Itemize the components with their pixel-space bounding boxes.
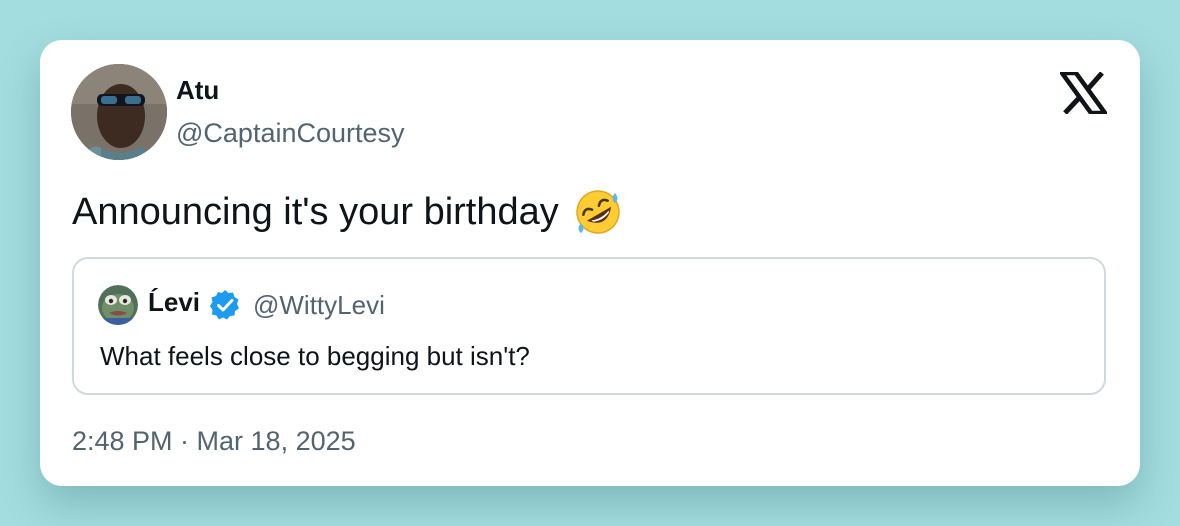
quote-avatar[interactable] [98,285,138,325]
x-logo-icon[interactable] [1057,70,1110,116]
verified-badge-icon [209,289,241,321]
rolling-on-floor-laughing-emoji-icon [573,187,623,237]
quote-text: What feels close to begging but isn't? [100,341,530,371]
quote-display-name[interactable]: Ĺevi [148,287,200,318]
quoted-tweet[interactable]: Ĺevi @WittyLevi What feels close to begg… [72,257,1106,395]
author-handle[interactable]: @CaptainCourtesy [176,118,405,149]
author-display-name[interactable]: Atu [176,75,219,106]
author-avatar[interactable] [71,64,167,160]
quote-handle[interactable]: @WittyLevi [253,290,385,321]
tweet-timestamp[interactable]: 2:48 PM · Mar 18, 2025 [72,426,356,457]
tweet-card: Atu @CaptainCourtesy Announcing it's you… [40,40,1140,486]
tweet-text: Announcing it's your birthday [72,187,623,237]
tweet-text-content: Announcing it's your birthday [72,190,559,233]
